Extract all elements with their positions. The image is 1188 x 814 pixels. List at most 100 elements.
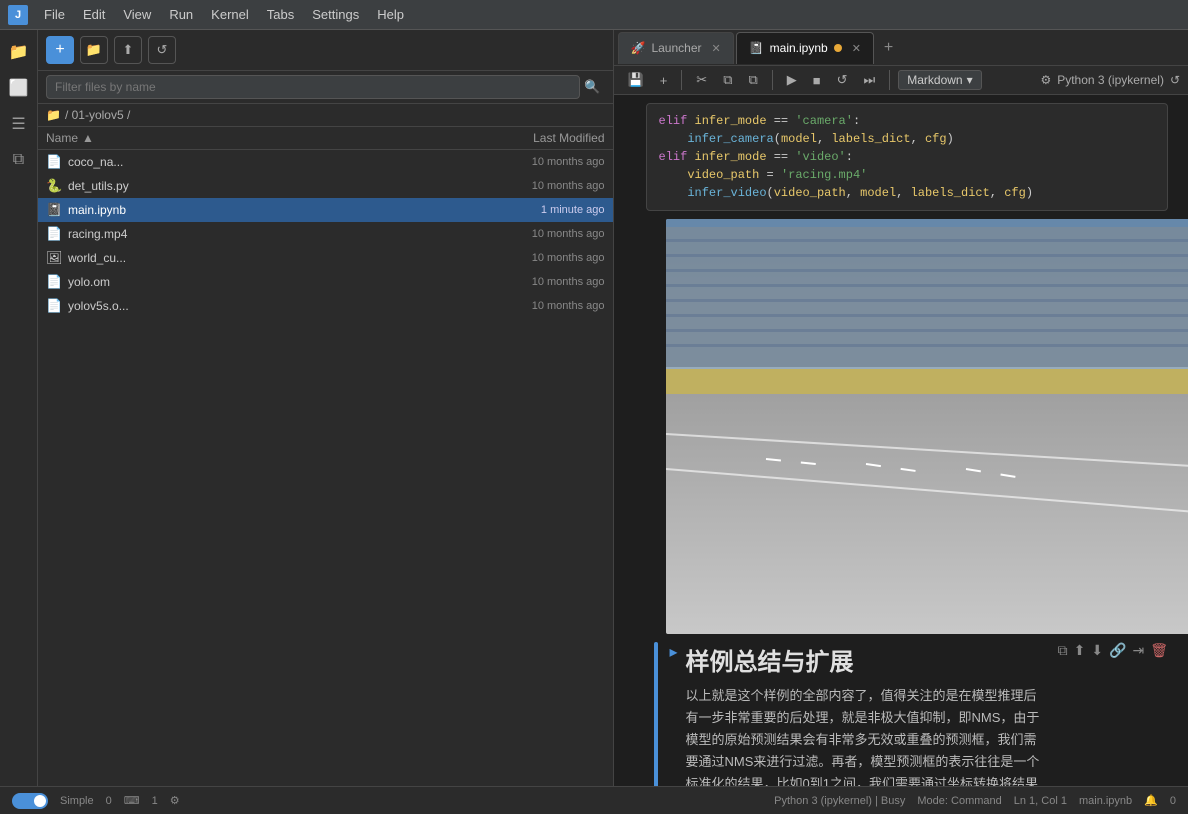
menu-view[interactable]: View — [115, 5, 159, 24]
breadcrumb: 📁 / 01-yolov5 / — [38, 104, 613, 127]
indent-icon[interactable]: ⇥ — [1132, 642, 1144, 659]
menu-file[interactable]: File — [36, 5, 73, 24]
tab-launcher[interactable]: 🚀 Launcher ✕ — [618, 32, 734, 64]
status-right: Python 3 (ipykernel) | Busy Mode: Comman… — [774, 794, 1176, 807]
terminal-icon[interactable]: ⌨ — [124, 794, 140, 807]
cursor-position: Ln 1, Col 1 — [1014, 795, 1067, 807]
file-date: 10 months ago — [475, 300, 605, 312]
file-date: 10 months ago — [475, 228, 605, 240]
delete-cell-icon[interactable]: 🗑 — [1150, 642, 1168, 659]
copy-button[interactable]: ⧉ — [717, 70, 738, 90]
tab-label: main.ipynb — [770, 41, 828, 55]
notebook-icon: 📓 — [46, 202, 62, 218]
filename-status: main.ipynb — [1079, 795, 1132, 807]
status-bar: Simple 0 ⌨ 1 ⚙ Python 3 (ipykernel) | Bu… — [0, 786, 1188, 814]
tab-notebook[interactable]: 📓 main.ipynb ✕ — [736, 32, 874, 64]
tab-close-notebook[interactable]: ✕ — [852, 42, 861, 55]
cut-button[interactable]: ✂ — [690, 70, 713, 90]
dropdown-chevron-icon: ▾ — [967, 73, 973, 87]
status-count1: 0 — [106, 795, 112, 807]
toggle-knob — [34, 795, 46, 807]
list-item[interactable]: 📄 racing.mp4 10 months ago — [38, 222, 613, 246]
tab-label: Launcher — [651, 41, 701, 55]
cell-type-dropdown[interactable]: Markdown ▾ — [898, 70, 981, 90]
new-folder-button[interactable]: 📁 — [80, 36, 108, 64]
folder-icon: 📁 — [46, 108, 61, 122]
file-icon: 📄 — [46, 274, 62, 290]
menu-run[interactable]: Run — [161, 5, 201, 24]
search-box: 🔍 — [38, 71, 613, 104]
cell-indicator — [634, 103, 638, 211]
add-cell-button[interactable]: + — [654, 71, 674, 90]
paste-button[interactable]: ⧉ — [742, 70, 763, 90]
list-item[interactable]: 🖼 world_cu... 10 months ago — [38, 246, 613, 270]
column-modified: Last Modified — [475, 131, 605, 145]
breadcrumb-path: / 01-yolov5 / — [65, 108, 130, 122]
kernel-restart-icon[interactable]: ↺ — [1170, 73, 1180, 87]
new-tab-button[interactable]: + — [876, 39, 901, 57]
image-icon: 🖼 — [46, 250, 62, 266]
file-date: 10 months ago — [475, 276, 605, 288]
toc-icon[interactable]: ☰ — [5, 110, 33, 138]
list-item[interactable]: 📄 yolov5s.o... 10 months ago — [38, 294, 613, 318]
file-name: world_cu... — [68, 251, 475, 265]
file-name: main.ipynb — [68, 203, 475, 217]
list-item[interactable]: 📄 yolo.om 10 months ago — [38, 270, 613, 294]
menu-edit[interactable]: Edit — [75, 5, 113, 24]
list-item[interactable]: 🐍 det_utils.py 10 months ago — [38, 174, 613, 198]
extensions-icon[interactable]: ⧉ — [5, 146, 33, 174]
restart-button[interactable]: ↺ — [831, 70, 854, 90]
bell-count: 0 — [1170, 795, 1176, 807]
list-item-active[interactable]: 📓 main.ipynb 1 minute ago — [38, 198, 613, 222]
run-button[interactable]: ▶ — [781, 70, 803, 90]
new-file-button[interactable]: + — [46, 36, 74, 64]
copy-cell-icon[interactable]: ⧉ — [1058, 642, 1068, 659]
upload-button[interactable]: ⬆ — [114, 36, 142, 64]
file-list-header[interactable]: Name ▲ Last Modified — [38, 127, 613, 150]
simple-toggle[interactable] — [12, 793, 48, 809]
search-input[interactable] — [46, 75, 580, 99]
move-up-icon[interactable]: ⬆ — [1074, 642, 1086, 659]
jupyter-toolbar: 💾 + ✂ ⧉ ⧉ ▶ ■ ↺ ⏭ Markdown ▾ ⚙ Python 3 … — [614, 66, 1188, 95]
restart-run-button[interactable]: ⏭ — [858, 70, 882, 90]
file-date: 1 minute ago — [475, 204, 605, 216]
code-block[interactable]: elif infer_mode == 'camera': infer_camer… — [646, 103, 1169, 211]
code-cell: elif infer_mode == 'camera': infer_camer… — [634, 103, 1169, 211]
file-name: det_utils.py — [68, 179, 475, 193]
sidebar-toolbar: + 📁 ⬆ ↺ — [38, 30, 613, 71]
link-icon[interactable]: 🔗 — [1109, 642, 1126, 659]
notebook-tab-icon: 📓 — [749, 41, 764, 55]
tab-close-launcher[interactable]: ✕ — [712, 42, 721, 55]
file-date: 10 months ago — [475, 180, 605, 192]
column-name: Name ▲ — [46, 131, 475, 145]
save-button[interactable]: 💾 — [622, 70, 650, 90]
menu-bar: J File Edit View Run Kernel Tabs Setting… — [0, 0, 1188, 30]
toolbar-separator-2 — [772, 70, 773, 90]
bell-icon[interactable]: 🔔 — [1144, 794, 1158, 807]
search-button[interactable]: 🔍 — [580, 79, 604, 95]
image-cell: 71 — [666, 219, 1169, 634]
stop-button[interactable]: ■ — [807, 71, 827, 90]
list-item[interactable]: 📄 coco_na... 10 months ago — [38, 150, 613, 174]
files-icon[interactable]: 📁 — [5, 38, 33, 66]
file-name: yolo.om — [68, 275, 475, 289]
settings-status-icon[interactable]: ⚙ — [170, 794, 180, 807]
menu-settings[interactable]: Settings — [304, 5, 367, 24]
markdown-cell: ▸ 样例总结与扩展 以上就是这个样例的全部内容了，值得关注的是在模型推理后有一步… — [634, 642, 1169, 786]
file-icon: 📄 — [46, 226, 62, 242]
settings-icon[interactable]: ⚙ — [1040, 73, 1051, 87]
toolbar-separator — [681, 70, 682, 90]
menu-tabs[interactable]: Tabs — [259, 5, 302, 24]
app-logo: J — [8, 5, 28, 25]
sidebar-icon-strip: 📁 ⬜ ☰ ⧉ — [0, 30, 38, 786]
file-date: 10 months ago — [475, 156, 605, 168]
file-date: 10 months ago — [475, 252, 605, 264]
menu-kernel[interactable]: Kernel — [203, 5, 257, 24]
menu-help[interactable]: Help — [369, 5, 412, 24]
running-icon[interactable]: ⬜ — [5, 74, 33, 102]
toolbar-separator-3 — [889, 70, 890, 90]
notebook-content: elif infer_mode == 'camera': infer_camer… — [614, 95, 1188, 786]
file-icon: 📄 — [46, 154, 62, 170]
move-down-icon[interactable]: ⬇ — [1091, 642, 1103, 659]
refresh-button[interactable]: ↺ — [148, 36, 176, 64]
